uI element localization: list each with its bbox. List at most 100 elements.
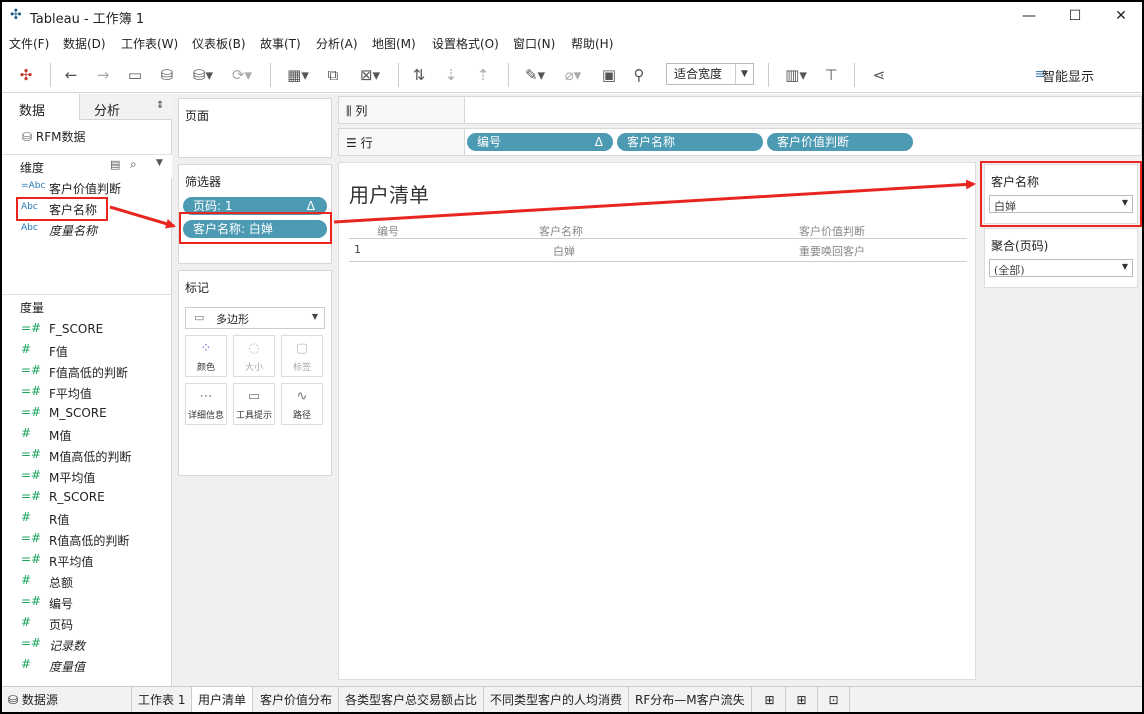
mark-size-button[interactable]: ◌ 大小 xyxy=(233,335,275,377)
measures-title: 度量 xyxy=(20,301,45,315)
sort-descending-icon[interactable]: ⇡ xyxy=(472,64,494,86)
sheet-tab-active[interactable]: 用户清单 xyxy=(192,687,254,712)
tableau-start-icon[interactable]: ✣ xyxy=(16,64,36,86)
show-cards-icon[interactable]: ▥▾ xyxy=(778,64,814,86)
fix-axes-icon[interactable]: ⚲ xyxy=(628,64,650,86)
share-icon[interactable]: ⋖ xyxy=(868,64,890,86)
new-story-tab-icon[interactable]: ⊡ xyxy=(818,687,850,712)
menu-window[interactable]: 窗口(N) xyxy=(513,35,555,52)
refresh-icon[interactable]: ⟳▾ xyxy=(224,64,260,86)
menu-analysis[interactable]: 分析(A) xyxy=(316,35,358,52)
measure-field[interactable]: # R值 xyxy=(2,509,172,530)
measure-field-label: 记录数 xyxy=(49,639,86,653)
measure-field[interactable]: =# M平均值 xyxy=(2,467,172,488)
new-datasource-icon[interactable]: ⛁ xyxy=(156,64,178,86)
duplicate-sheet-icon[interactable]: ⧉ xyxy=(322,64,344,86)
save-icon[interactable]: ▭ xyxy=(124,64,146,86)
group-members-icon[interactable]: ⌀▾ xyxy=(558,64,588,86)
measure-field[interactable]: =# 编号 xyxy=(2,593,172,614)
sheet-tab[interactable]: 不同类型客户的人均消费 xyxy=(484,687,630,712)
mark-tooltip-button[interactable]: ▭ 工具提示 xyxy=(233,383,275,425)
menu-data[interactable]: 数据(D) xyxy=(63,35,106,52)
mark-path-button[interactable]: ∿ 路径 xyxy=(281,383,323,425)
menu-format[interactable]: 设置格式(O) xyxy=(432,35,499,52)
presentation-mode-icon[interactable]: ⊤ xyxy=(820,64,842,86)
menu-file[interactable]: 文件(F) xyxy=(9,35,49,52)
measure-field[interactable]: # 页码 xyxy=(2,614,172,635)
sheet-tab[interactable]: 各类型客户总交易额占比 xyxy=(339,687,485,712)
redo-icon[interactable]: → xyxy=(92,64,114,86)
sheet-tab[interactable]: RF分布—M客户流失 xyxy=(629,687,752,712)
menu-map[interactable]: 地图(M) xyxy=(372,35,416,52)
measure-field[interactable]: # F值 xyxy=(2,341,172,362)
pages-card-title: 页面 xyxy=(185,109,210,123)
new-worksheet-icon[interactable]: ▦▾ xyxy=(280,64,316,86)
dimension-field[interactable]: =Abc 客户价值判断 xyxy=(2,178,172,199)
quick-filter-select[interactable]: (全部) ▼ xyxy=(989,259,1133,277)
new-dashboard-tab-icon[interactable]: ⊞ xyxy=(786,687,818,712)
tab-analysis[interactable]: 分析 xyxy=(94,100,120,119)
worksheet-canvas[interactable]: 用户清单 编号 客户名称 客户价值判断 1 白婵 重要唤回客户 xyxy=(338,162,976,680)
maximize-button[interactable]: ☐ xyxy=(1052,2,1098,30)
menu-dashboard[interactable]: 仪表板(B) xyxy=(192,35,246,52)
measure-field[interactable]: =# F值高低的判断 xyxy=(2,362,172,383)
mark-detail-button[interactable]: ⋯ 详细信息 xyxy=(185,383,227,425)
dimensions-menu-icon[interactable]: ▼ xyxy=(156,158,163,168)
datasource-name: RFM数据 xyxy=(35,130,86,144)
measure-field[interactable]: # M值 xyxy=(2,425,172,446)
row-pill-id[interactable]: 编号 Δ xyxy=(467,133,613,151)
dimension-type-icon: Abc xyxy=(21,223,38,233)
sheet-tab[interactable]: 工作表 1 xyxy=(132,687,193,712)
mark-type-select[interactable]: ▭ 多边形 ▼ xyxy=(185,307,325,329)
close-button[interactable]: ✕ xyxy=(1098,2,1142,30)
clear-sheet-icon[interactable]: ⊠▾ xyxy=(352,64,388,86)
smart-display-button[interactable]: 智能显示 xyxy=(1042,66,1094,85)
dimension-field[interactable]: Abc 度量名称 xyxy=(2,220,172,241)
swap-rows-columns-icon[interactable]: ⇅ xyxy=(408,64,430,86)
new-worksheet-tab-icon[interactable]: ⊞ xyxy=(754,687,786,712)
measure-field-label: F平均值 xyxy=(49,387,92,401)
measure-field[interactable]: =# F平均值 xyxy=(2,383,172,404)
row-pill-customer-value[interactable]: 客户价值判断 xyxy=(767,133,913,151)
dimensions-header: 维度 ▤ ⌕ ▼ xyxy=(2,154,172,178)
mark-label-button[interactable]: ▢ 标签 xyxy=(281,335,323,377)
show-mark-labels-icon[interactable]: ▣ xyxy=(598,64,620,86)
pane-toggle-icon[interactable]: ⇕ xyxy=(156,100,164,111)
search-icon[interactable]: ⌕ xyxy=(130,157,137,172)
fit-width-select[interactable]: 适合宽度 ▼ xyxy=(666,63,754,85)
measure-field[interactable]: =# R值高低的判断 xyxy=(2,530,172,551)
filter-pill-label: 页码: 1 xyxy=(193,199,233,213)
rows-shelf[interactable]: ☰ 行 编号 Δ 客户名称 客户价值判断 xyxy=(338,128,1142,156)
row-pill-customer-name[interactable]: 客户名称 xyxy=(617,133,763,151)
undo-icon[interactable]: ← xyxy=(60,64,82,86)
datasource-tab[interactable]: ⛁ 数据源 xyxy=(2,687,132,712)
header-divider xyxy=(349,238,967,239)
menu-story[interactable]: 故事(T) xyxy=(260,35,301,52)
tab-data[interactable]: 数据 xyxy=(2,94,80,120)
measure-field[interactable]: =# F_SCORE xyxy=(2,320,172,341)
pages-card[interactable]: 页面 xyxy=(178,98,332,158)
measure-field[interactable]: =# M值高低的判断 xyxy=(2,446,172,467)
measure-field[interactable]: =# R_SCORE xyxy=(2,488,172,509)
quick-filter-value: (全部) xyxy=(994,264,1025,277)
sheet-tab[interactable]: 客户价值分布 xyxy=(254,687,340,712)
highlight-icon[interactable]: ✎▾ xyxy=(518,64,552,86)
columns-shelf[interactable]: ⫼ 列 xyxy=(338,96,1142,124)
measure-type-icon: =# xyxy=(21,321,42,335)
menu-help[interactable]: 帮助(H) xyxy=(571,35,613,52)
mark-color-button[interactable]: ⁘ 颜色 xyxy=(185,335,227,377)
view-options-icon[interactable]: ▤ xyxy=(110,158,120,171)
minimize-button[interactable]: — xyxy=(1006,2,1052,30)
measure-field[interactable]: =# 记录数 xyxy=(2,635,172,656)
measure-field[interactable]: =# M_SCORE xyxy=(2,404,172,425)
color-icon: ⁘ xyxy=(200,341,212,356)
sort-ascending-icon[interactable]: ⇣ xyxy=(440,64,462,86)
pause-updates-icon[interactable]: ⛁▾ xyxy=(188,64,218,86)
menu-worksheet[interactable]: 工作表(W) xyxy=(121,35,178,52)
measure-field[interactable]: =# R平均值 xyxy=(2,551,172,572)
measure-type-icon: =# xyxy=(21,468,42,482)
chevron-down-icon: ▼ xyxy=(735,64,753,84)
measure-field[interactable]: # 总额 xyxy=(2,572,172,593)
measure-field[interactable]: # 度量值 xyxy=(2,656,172,677)
datasource-item[interactable]: ⛁ RFM数据 xyxy=(22,128,85,145)
